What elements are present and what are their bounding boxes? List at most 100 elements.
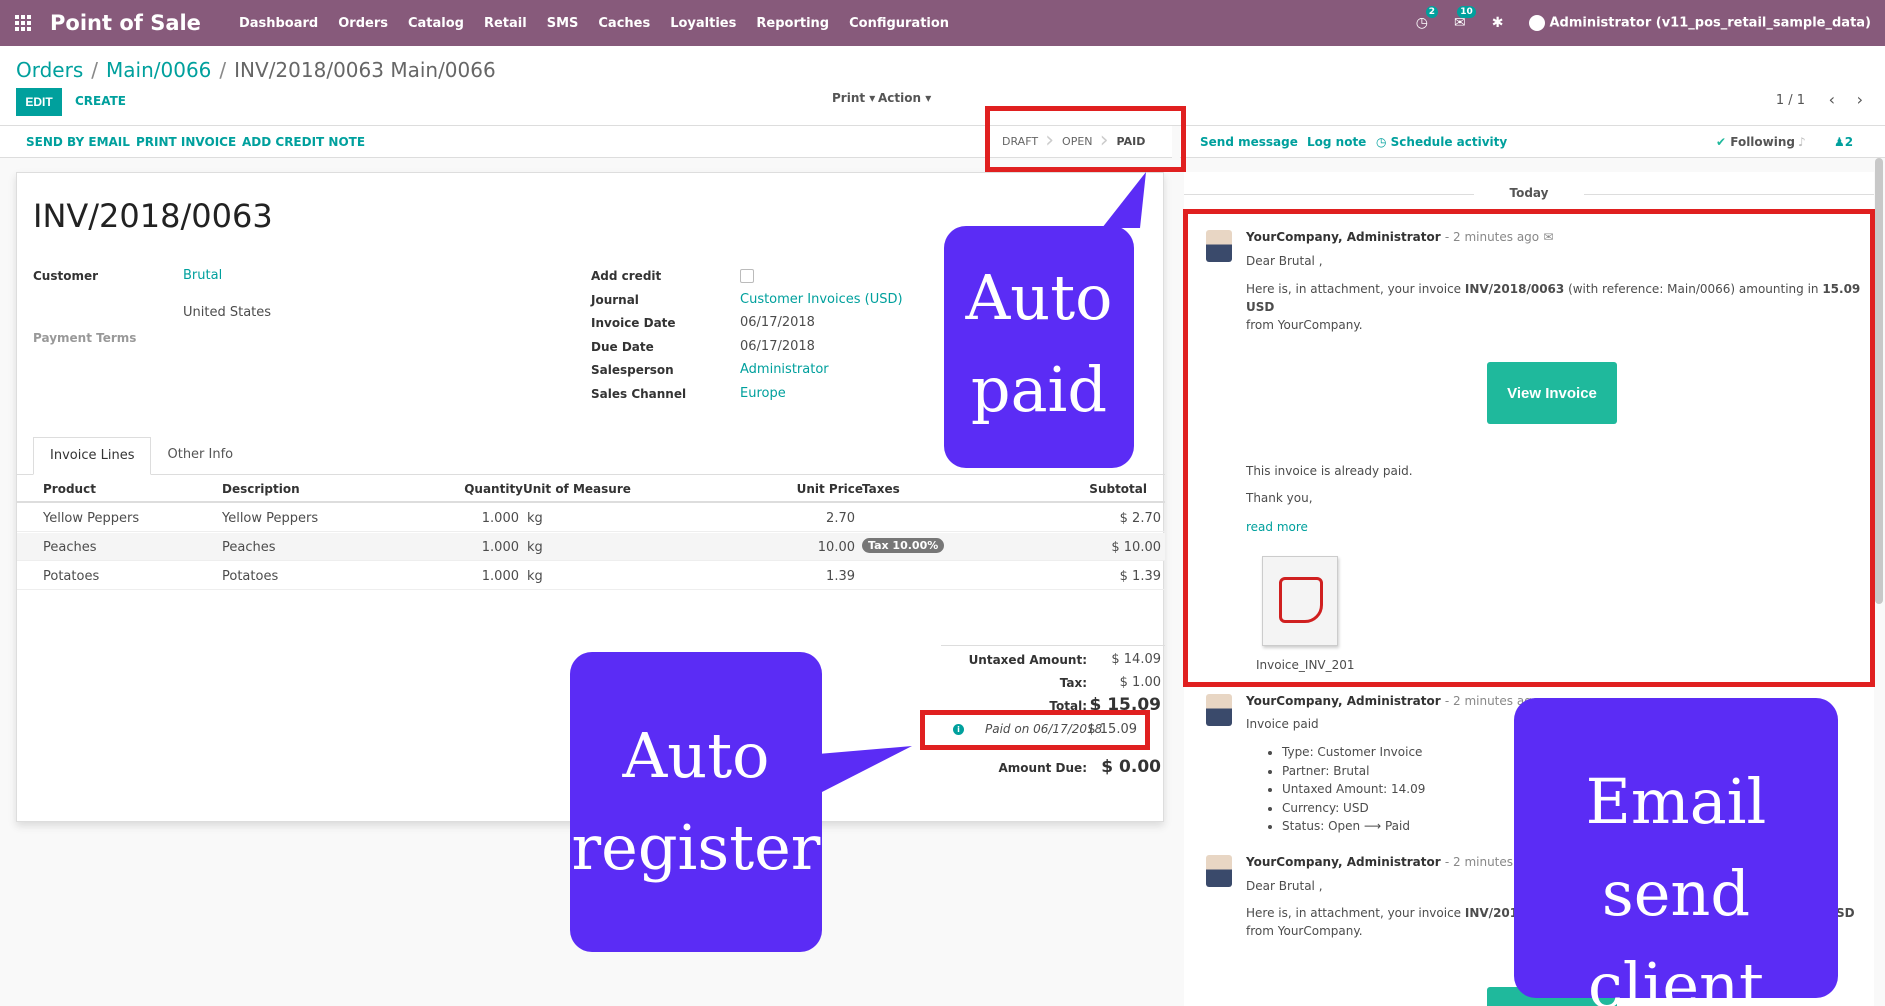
check-icon: ✔ xyxy=(1716,135,1731,149)
menu-loyalties[interactable]: Loyalties xyxy=(670,16,736,31)
following-label: Following xyxy=(1730,135,1795,149)
pager-prev-icon[interactable]: ‹ xyxy=(1829,90,1835,109)
body-text-end: from YourCompany. xyxy=(1246,924,1363,938)
body-text: Here is, in attachment, your invoice xyxy=(1246,906,1465,920)
send-by-email-button[interactable]: SEND BY EMAIL xyxy=(26,135,130,149)
chatter-scrollbar[interactable] xyxy=(1875,158,1883,604)
add-credit-note-button[interactable]: ADD CREDIT NOTE xyxy=(242,135,365,149)
send-message-button[interactable]: Send message xyxy=(1200,135,1298,149)
breadcrumb-order[interactable]: Main/0066 xyxy=(106,58,211,82)
add-credit-checkbox[interactable] xyxy=(740,269,754,283)
tab-invoice-lines[interactable]: Invoice Lines xyxy=(33,437,152,475)
breadcrumb-current: INV/2018/0063 Main/0066 xyxy=(234,58,496,82)
untaxed-label: Untaxed Amount: xyxy=(968,653,1087,667)
table-row[interactable]: Peaches Peaches 1.000 kg 10.00 Tax 10.00… xyxy=(17,533,1165,561)
message-body: Here is, in attachment, your invoice INV… xyxy=(1246,904,1531,940)
line-unit-price: 10.00 xyxy=(817,540,855,555)
app-brand[interactable]: Point of Sale xyxy=(50,11,201,35)
auto-register-pointer xyxy=(818,746,912,792)
user-menu[interactable]: Administrator (v11_pos_retail_sample_dat… xyxy=(1529,15,1871,31)
invoice-date-label: Invoice Date xyxy=(591,316,676,330)
paid-on-text: Paid on 06/17/2018 xyxy=(985,722,1103,736)
message-subtype: Invoice paid xyxy=(1246,717,1319,731)
menu-dashboard[interactable]: Dashboard xyxy=(239,16,318,31)
message-author[interactable]: YourCompany, Administrator - 2 minutes a… xyxy=(1246,855,1539,869)
tab-other-info[interactable]: Other Info xyxy=(151,437,249,475)
avatar[interactable] xyxy=(1206,694,1232,726)
print-dropdown[interactable]: Print ▾ xyxy=(832,91,875,105)
messages-icon[interactable]: ✉ 10 xyxy=(1454,6,1476,31)
info-icon[interactable]: i xyxy=(953,724,964,735)
callout-text: Email xyxy=(1585,765,1767,838)
create-button[interactable]: CREATE xyxy=(75,94,126,108)
amount-due-label: Amount Due: xyxy=(998,761,1087,775)
bell-icon[interactable]: ♪ xyxy=(1798,135,1806,149)
col-uom[interactable]: Unit of Measure xyxy=(523,482,631,496)
col-subtotal[interactable]: Subtotal xyxy=(1047,482,1147,496)
log-note-button[interactable]: Log note xyxy=(1307,135,1366,149)
payment-line[interactable]: i Paid on 06/17/2018 $ 15.09 xyxy=(920,710,1150,750)
line-unit-price: 2.70 xyxy=(826,511,855,526)
tracking-item: Currency: USD xyxy=(1282,799,1425,818)
following-button[interactable]: ✔ Following xyxy=(1716,135,1795,149)
line-description: Potatoes xyxy=(222,569,279,584)
tax-label: Tax: xyxy=(1059,676,1087,690)
author-name: YourCompany, Administrator xyxy=(1246,694,1441,708)
line-subtotal: $ 2.70 xyxy=(1119,511,1161,526)
invoice-lines-header: Product Description Quantity Unit of Mea… xyxy=(17,475,1165,503)
line-description: Yellow Peppers xyxy=(222,511,319,526)
col-product[interactable]: Product xyxy=(43,482,96,496)
menu-configuration[interactable]: Configuration xyxy=(849,16,949,31)
debug-bug-icon[interactable]: ✱ xyxy=(1492,15,1504,31)
auto-paid-callout: Auto paid xyxy=(944,226,1134,468)
callout-text: paid xyxy=(970,353,1108,426)
print-invoice-button[interactable]: PRINT INVOICE xyxy=(136,135,236,149)
callout-text: send client xyxy=(1588,857,1764,1006)
action-dropdown[interactable]: Action ▾ xyxy=(878,91,931,105)
avatar[interactable] xyxy=(1206,855,1232,887)
line-uom: kg xyxy=(527,540,543,555)
followers-button[interactable]: ♟2 xyxy=(1834,135,1853,149)
paid-amount: $ 15.09 xyxy=(1087,722,1137,737)
menu-retail[interactable]: Retail xyxy=(484,16,527,31)
apps-menu-icon[interactable] xyxy=(0,0,46,46)
edit-button[interactable]: EDIT xyxy=(16,88,62,116)
notebook-tabs: Invoice Lines Other Info xyxy=(33,437,249,475)
col-description[interactable]: Description xyxy=(222,482,300,496)
messages-badge: 10 xyxy=(1457,6,1476,18)
invoice-date-value: 06/17/2018 xyxy=(740,315,815,330)
email-highlight-frame xyxy=(1183,209,1875,687)
line-uom: kg xyxy=(527,511,543,526)
callout-text: register xyxy=(571,811,821,884)
customer-label: Customer xyxy=(33,269,99,283)
customer-link[interactable]: Brutal xyxy=(183,268,222,283)
pager-next-icon[interactable]: › xyxy=(1857,90,1863,109)
line-quantity: 1.000 xyxy=(481,569,519,584)
message-author[interactable]: YourCompany, Administrator - 2 minutes a… xyxy=(1246,694,1539,708)
journal-value[interactable]: Customer Invoices (USD) xyxy=(740,292,903,307)
salesperson-value[interactable]: Administrator xyxy=(740,362,829,377)
table-row[interactable]: Yellow Peppers Yellow Peppers 1.000 kg 2… xyxy=(17,504,1165,532)
schedule-activity-button[interactable]: ◷ Schedule activity xyxy=(1376,135,1507,149)
line-product: Yellow Peppers xyxy=(43,511,140,526)
sales-channel-value[interactable]: Europe xyxy=(740,386,786,401)
chatter-topbar: Send message Log note ◷ Schedule activit… xyxy=(1180,126,1885,158)
activity-clock-icon[interactable]: ◷ 2 xyxy=(1416,6,1438,31)
line-tax: Tax 10.00% xyxy=(862,538,945,553)
breadcrumb-orders[interactable]: Orders xyxy=(16,58,83,82)
email-send-client-callout: Email send client xyxy=(1514,698,1838,1006)
col-unit-price[interactable]: Unit Price xyxy=(737,482,863,496)
menu-caches[interactable]: Caches xyxy=(598,16,650,31)
col-quantity[interactable]: Quantity xyxy=(437,482,523,496)
control-panel: Orders / Main/0066/INV/2018/0063 Main/0066… xyxy=(0,46,1885,126)
menu-sms[interactable]: SMS xyxy=(547,16,579,31)
col-taxes[interactable]: Taxes xyxy=(862,482,900,496)
menu-reporting[interactable]: Reporting xyxy=(756,16,829,31)
journal-label: Journal xyxy=(591,293,639,307)
callout-text: Auto xyxy=(622,719,770,792)
table-row[interactable]: Potatoes Potatoes 1.000 kg 1.39 $ 1.39 xyxy=(17,562,1165,590)
pager-value[interactable]: 1 / 1 xyxy=(1776,93,1805,108)
add-credit-label: Add credit xyxy=(591,269,662,283)
menu-catalog[interactable]: Catalog xyxy=(408,16,464,31)
menu-orders[interactable]: Orders xyxy=(338,16,388,31)
